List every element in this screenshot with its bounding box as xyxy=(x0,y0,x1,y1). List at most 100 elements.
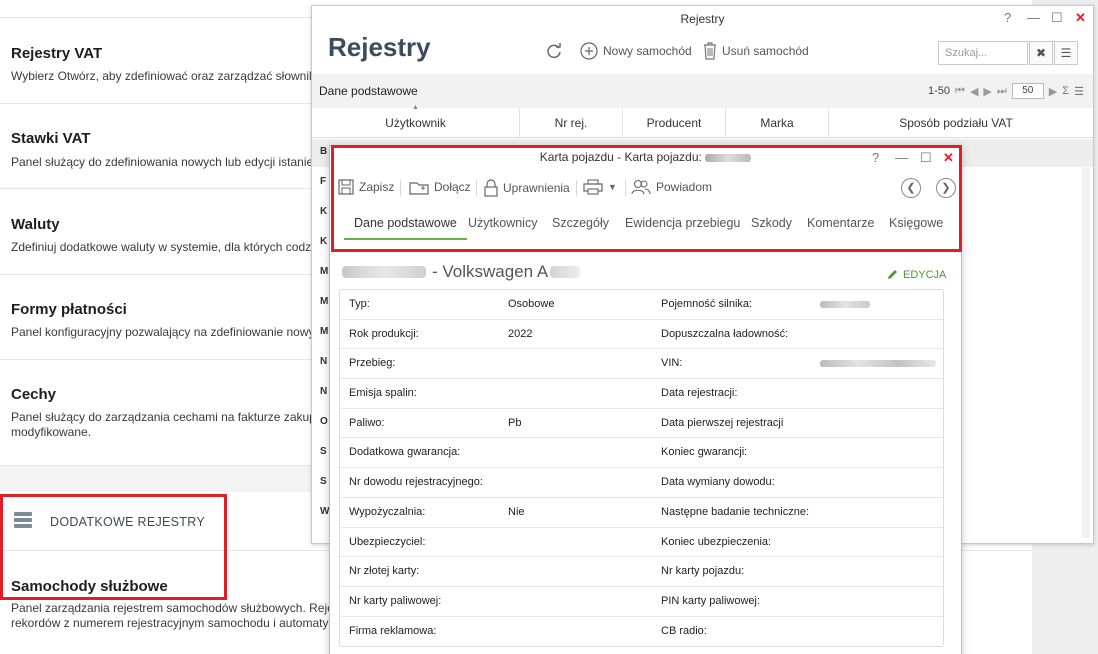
minimize-icon[interactable]: — xyxy=(1027,10,1040,25)
field-value: Osobowe xyxy=(508,298,555,310)
new-car-button[interactable]: Nowy samochód xyxy=(580,42,692,60)
row-initial: S xyxy=(320,446,327,457)
section-title: Stawki VAT xyxy=(11,130,91,147)
edit-button[interactable]: EDYCJA xyxy=(886,268,946,281)
field-label: Koniec gwarancji: xyxy=(661,446,748,459)
section-desc: Panel służący do zdefiniowania nowych lu… xyxy=(11,155,323,169)
vehicle-details-table: Typ: Osobowe Pojemność silnika: Rok prod… xyxy=(339,289,944,648)
row-initial: M xyxy=(320,326,329,337)
table-row: Wypożyczalnia: Nie Następne badanie tech… xyxy=(340,498,943,528)
field-label: VIN: xyxy=(661,357,683,370)
prev-page-icon[interactable]: ◀ xyxy=(970,85,978,98)
edit-label: EDYCJA xyxy=(903,268,947,281)
row-initial: O xyxy=(320,416,328,427)
table-row: Nr złotej karty: Nr karty pojazdu: xyxy=(340,557,943,587)
table-row: Emisja spalin: Data rejestracji: xyxy=(340,379,943,409)
field-label: Przebieg: xyxy=(349,357,396,370)
row-initial: F xyxy=(320,176,327,187)
table-row: Nr dowodu rejestracyjnego: Data wymiany … xyxy=(340,468,943,498)
help-icon[interactable]: ? xyxy=(1004,10,1011,25)
field-label: Data rejestracji: xyxy=(661,387,738,400)
column-header[interactable]: Nr rej. xyxy=(519,108,622,138)
section-desc: Panel zarządzania rejestrem samochodów s… xyxy=(11,601,341,630)
column-header[interactable]: Marka xyxy=(725,108,828,138)
redacted-value xyxy=(820,298,870,310)
row-initial: N xyxy=(320,386,328,397)
field-label: Dopuszczalna ładowność: xyxy=(661,327,789,340)
field-label: Wypożyczalnia: xyxy=(349,505,426,518)
sum-icon[interactable]: Σ xyxy=(1062,85,1069,97)
vehicle-name: - Volkswagen A xyxy=(432,262,549,281)
pager-range: 1-50 xyxy=(928,85,951,97)
field-value: Pb xyxy=(508,416,522,429)
app-root: Rejestry VAT Wybierz Otwórz, aby zdefini… xyxy=(0,0,1098,654)
field-label: Firma reklamowa: xyxy=(349,624,437,637)
row-initial: M xyxy=(320,296,329,307)
field-label: Typ: xyxy=(349,298,370,310)
field-value: 2022 xyxy=(508,327,533,340)
page-size-input[interactable]: 50 xyxy=(1011,83,1044,99)
field-label: PIN karty paliwowej: xyxy=(661,594,761,607)
row-initial: N xyxy=(320,356,328,367)
table-row: Przebieg: VIN: xyxy=(340,349,943,380)
row-initial: K xyxy=(320,236,328,247)
refresh-button[interactable] xyxy=(545,42,563,60)
refresh-icon xyxy=(547,43,561,59)
menu-icon[interactable]: ☰ xyxy=(1054,41,1078,65)
field-label: Pojemność silnika: xyxy=(661,298,753,310)
pencil-icon xyxy=(888,270,897,279)
view-label[interactable]: Dane podstawowe xyxy=(319,84,418,98)
section-desc: Panel służący do zarządzania cechami na … xyxy=(11,410,323,439)
section-desc: Panel konfiguracyjny pozwalający na zdef… xyxy=(11,325,324,339)
row-initial: K xyxy=(320,206,328,217)
new-car-label: Nowy samochód xyxy=(603,44,692,58)
page-size-arrow-icon[interactable]: ▶ xyxy=(1049,85,1057,98)
delete-car-button[interactable]: Usuń samochód xyxy=(703,42,809,60)
field-label: Dodatkowa gwarancja: xyxy=(349,446,461,459)
column-header[interactable]: Producent xyxy=(622,108,725,138)
field-label: Emisja spalin: xyxy=(349,387,417,400)
field-label: Nr karty pojazdu: xyxy=(661,565,745,578)
highlight-box-karta-header xyxy=(331,145,962,252)
delete-car-label: Usuń samochód xyxy=(722,44,809,58)
next-page-icon[interactable]: ▶ xyxy=(983,85,991,98)
table-row: Dodatkowa gwarancja: Koniec gwarancji: xyxy=(340,438,943,469)
table-row: Typ: Osobowe Pojemność silnika: xyxy=(340,290,943,320)
redacted-value xyxy=(820,357,936,369)
page-title: Rejestry xyxy=(312,6,534,72)
redacted-plate xyxy=(342,266,426,278)
field-label: Rok produkcji: xyxy=(349,327,419,340)
table-row: Paliwo: Pb Data pierwszej rejestracji xyxy=(340,409,943,439)
highlight-box-additional-registers xyxy=(0,494,227,600)
row-initial: M xyxy=(320,266,329,277)
column-header[interactable]: Użytkownik xyxy=(312,108,519,138)
close-icon[interactable]: ✕ xyxy=(1075,10,1086,26)
first-page-icon[interactable]: ⏮ xyxy=(955,85,965,98)
menu-icon[interactable]: ☰ xyxy=(1074,85,1084,98)
field-label: Nr dowodu rejestracyjnego: xyxy=(349,476,483,489)
table-row: Nr karty paliwowej: PIN karty paliwowej: xyxy=(340,587,943,617)
table-row: Ubezpieczyciel: Koniec ubezpieczenia: xyxy=(340,528,943,558)
sort-arrow-icon: ▲ xyxy=(412,104,419,111)
section-title: Cechy xyxy=(11,386,57,403)
section-title: Waluty xyxy=(11,216,60,233)
clear-search-icon[interactable]: ✖ xyxy=(1029,41,1053,65)
field-value: Nie xyxy=(508,505,525,518)
table-row: Rok produkcji: 2022 Dopuszczalna ładowno… xyxy=(340,320,943,350)
row-initial: B xyxy=(320,146,328,157)
vehicle-heading: - Volkswagen A xyxy=(342,262,581,282)
vertical-scrollbar[interactable] xyxy=(1082,166,1090,538)
section-desc: Wybierz Otwórz, aby zdefiniować oraz zar… xyxy=(11,69,325,83)
page-title-text: Rejestry xyxy=(328,32,431,62)
trash-icon xyxy=(704,42,716,60)
grid-header: Użytkownik Nr rej. Producent Marka Sposó… xyxy=(312,104,1093,138)
search-input[interactable]: Szukaj... xyxy=(938,41,1028,65)
maximize-icon[interactable]: ☐ xyxy=(1051,10,1063,26)
last-page-icon[interactable]: ⏭ xyxy=(997,85,1007,98)
redacted-model xyxy=(550,266,581,278)
field-label: Data pierwszej rejestracji xyxy=(661,416,784,429)
column-header[interactable]: Sposób podziału VAT xyxy=(828,108,1083,138)
row-initial: S xyxy=(320,476,327,487)
table-row: Firma reklamowa: CB radio: xyxy=(340,617,943,647)
field-label: Data wymiany dowodu: xyxy=(661,476,775,489)
